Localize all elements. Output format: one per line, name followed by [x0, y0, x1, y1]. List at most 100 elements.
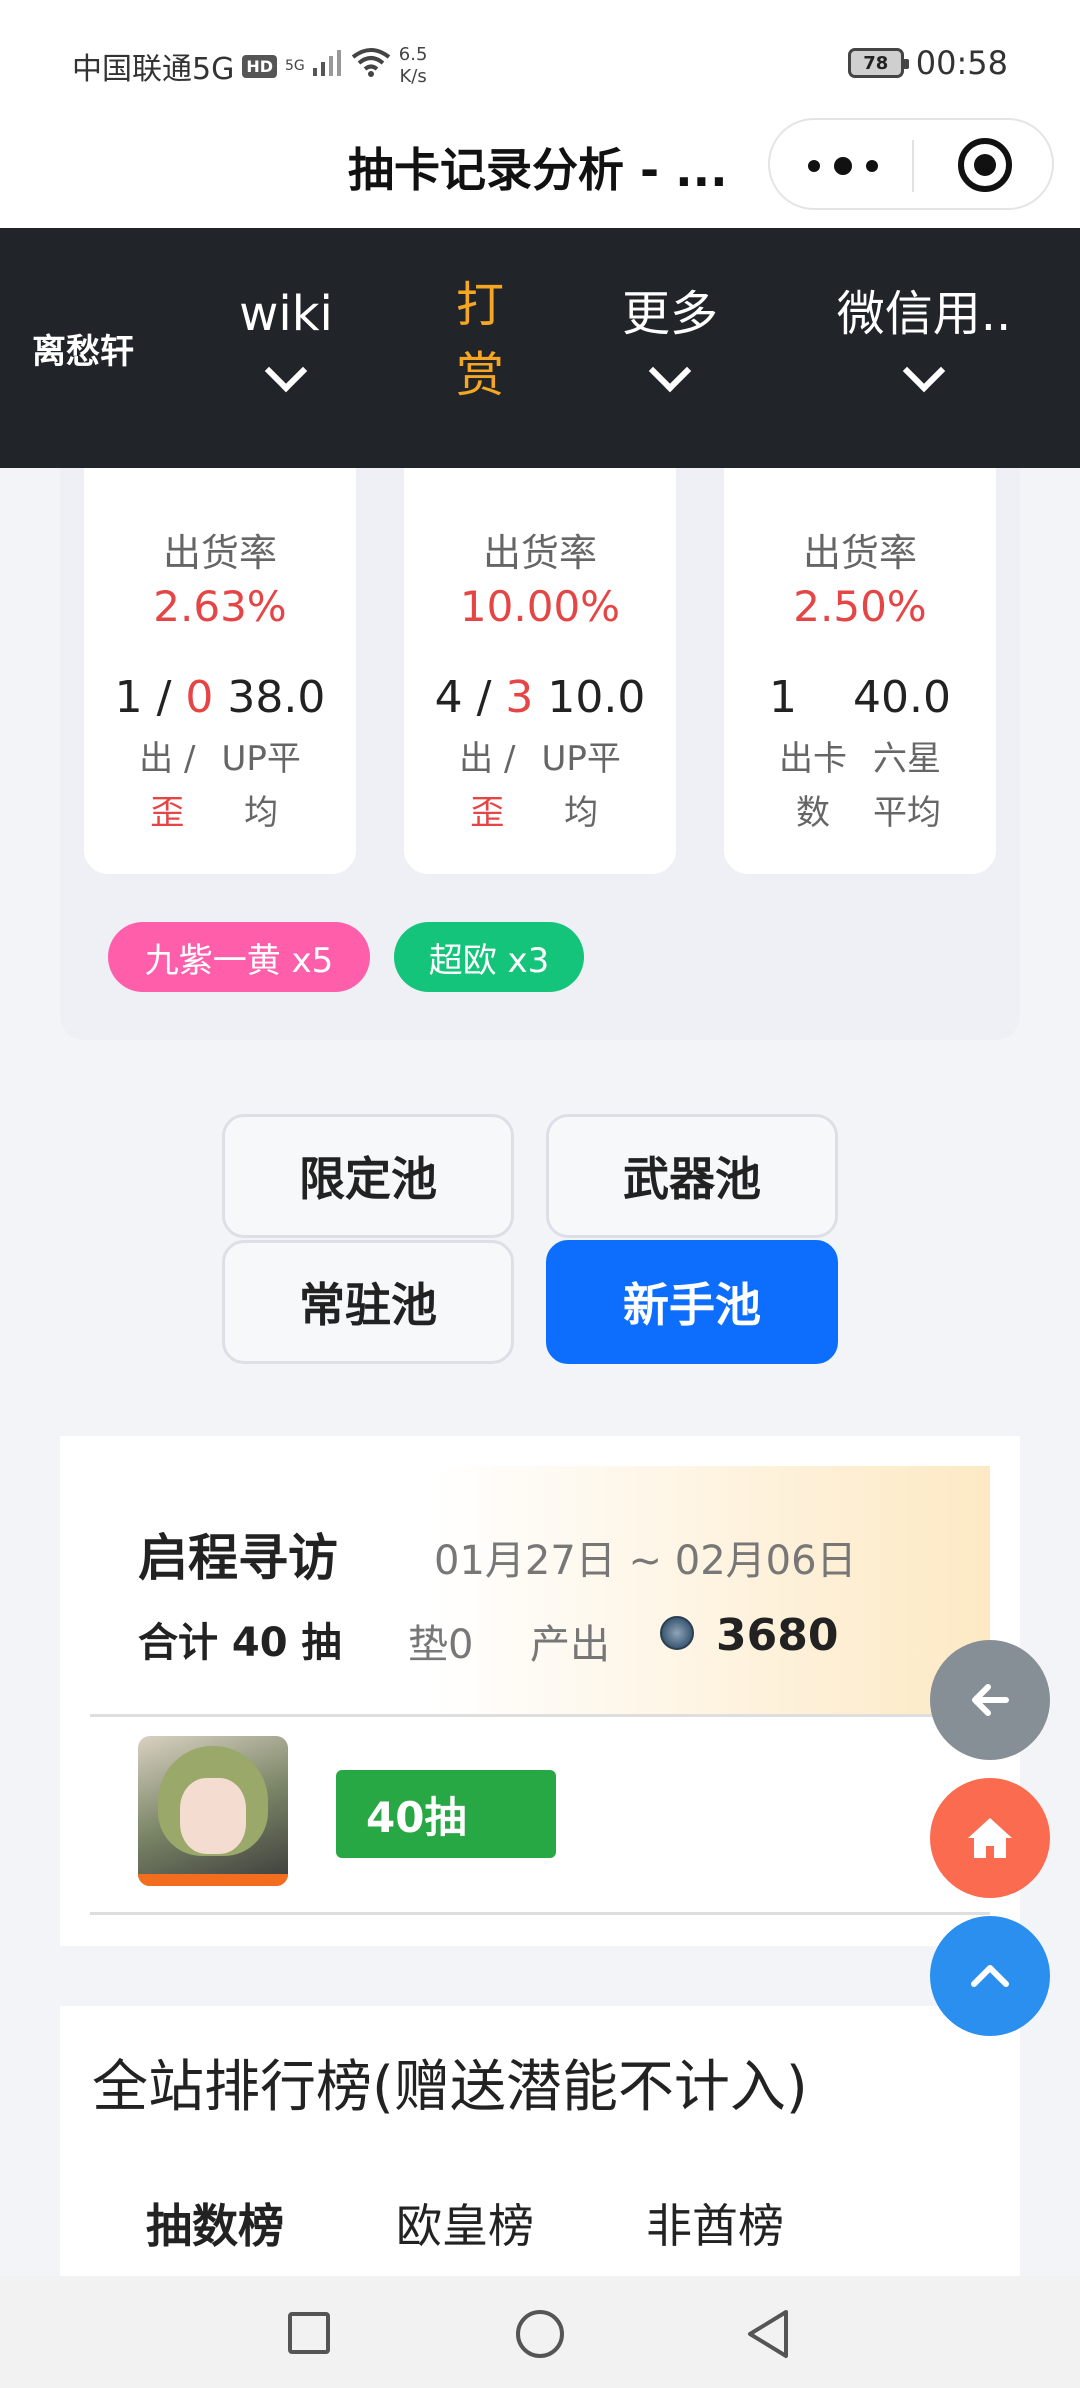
chevron-down-icon	[264, 349, 308, 393]
signal-icon	[312, 49, 343, 84]
nav-reward-label: 打赏	[455, 277, 504, 403]
num-cards: 1	[769, 672, 798, 723]
pool-button-beginner[interactable]: 新手池	[546, 1240, 838, 1364]
clock: 00:58	[915, 44, 1008, 82]
chevron-up-icon	[971, 1965, 1009, 1987]
banner-record-card: 启程寻访 01月27日 ~ 02月06日 合计 40 抽 垫0 产出 3680 …	[60, 1436, 1020, 1946]
signal-tag: 5G	[285, 58, 305, 74]
label-count: 数	[796, 793, 830, 833]
label-off: 歪	[150, 793, 185, 833]
currency-icon	[660, 1616, 694, 1650]
stat-labels: 出 / 歪 UP平均	[84, 732, 356, 840]
home-icon	[968, 1818, 1012, 1858]
leaderboard-title: 全站排行榜(赠送潜能不计入)	[92, 2055, 808, 2120]
system-nav-bar	[0, 2276, 1080, 2388]
label-avg: 平均	[873, 793, 941, 833]
label-avg: 均	[564, 793, 599, 833]
character-avatar[interactable]	[138, 1736, 288, 1886]
stat-numbers: 4 / 3 10.0	[404, 672, 676, 723]
nav-wechat-dropdown[interactable]: 微信用..	[834, 280, 1014, 393]
divider	[90, 1714, 990, 1717]
label-up: UP平	[221, 739, 301, 779]
nav-wechat-label: 微信用..	[836, 286, 1012, 342]
num-off: 0	[185, 672, 214, 723]
back-triangle-icon[interactable]	[744, 2308, 794, 2360]
carrier-label: 中国联通5G	[72, 52, 235, 87]
chevron-down-icon	[648, 349, 692, 393]
stat-card: 出货率 2.63% 1 / 0 38.0 出 / 歪 UP平均	[84, 400, 356, 874]
page-title: 抽卡记录分析 - ...	[348, 143, 728, 197]
label-avg: 均	[244, 793, 279, 833]
nav-wiki-dropdown[interactable]: wiki	[236, 280, 336, 393]
stat-card: 出货率 2.50% 1 40.0 出卡数 六星平均	[724, 400, 996, 874]
banner-title: 启程寻访	[138, 1529, 338, 1587]
rate-value: 10.00%	[459, 582, 621, 631]
badge-nine-purple: 九紫一黄 x5	[108, 922, 370, 992]
arrow-left-icon	[972, 1684, 1009, 1716]
nav-wiki-label: wiki	[239, 286, 333, 342]
recents-icon[interactable]	[288, 2312, 330, 2354]
rate-label: 出货率	[482, 531, 597, 575]
rate-label: 出货率	[162, 531, 277, 575]
rarity-bar	[138, 1874, 288, 1886]
nav-more-label: 更多	[621, 286, 718, 342]
tab-lucky[interactable]: 欧皇榜	[396, 2190, 534, 2256]
rate-value: 2.63%	[153, 582, 287, 631]
rate-value: 2.50%	[793, 582, 927, 631]
label-out: 出 /	[459, 739, 516, 779]
banner-date: 01月27日 ~ 02月06日	[434, 1538, 857, 1584]
stat-labels: 出卡数 六星平均	[724, 732, 996, 840]
battery-icon: 78	[847, 48, 909, 78]
stat-card: 出货率 10.00% 4 / 3 10.0 出 / 歪 UP平均	[404, 400, 676, 874]
back-button[interactable]	[930, 1640, 1050, 1760]
home-button[interactable]	[930, 1778, 1050, 1898]
mini-program-titlebar: 抽卡记录分析 - ...	[0, 118, 1080, 228]
stat-numbers: 1 / 0 38.0	[84, 672, 356, 723]
net-speed-unit: K/s	[399, 66, 427, 87]
num-slash: /	[142, 672, 186, 723]
close-program-icon[interactable]	[958, 138, 1012, 192]
label-out: 出 /	[139, 739, 196, 779]
banner-pity: 垫0	[408, 1622, 474, 1668]
nav-reward-link[interactable]: 打赏	[450, 270, 510, 410]
net-speed: 6.5 K/s	[399, 44, 428, 88]
stat-labels: 出 / 歪 UP平均	[404, 732, 676, 840]
banner-output-value: 3680	[716, 1610, 839, 1661]
label-cards: 出卡	[779, 739, 847, 779]
num-out: 4	[434, 672, 463, 723]
label-six-star: 六星	[873, 739, 941, 779]
avatar-face	[180, 1778, 246, 1854]
status-left: 中国联通5G HD 5G 6.5 K/s	[72, 44, 427, 88]
pool-button-limited[interactable]: 限定池	[222, 1114, 514, 1238]
home-circle-icon[interactable]	[516, 2310, 564, 2358]
banner-output-label: 产出	[530, 1622, 610, 1668]
num-out: 1	[114, 672, 143, 723]
status-right: 78 00:58	[847, 44, 1008, 82]
nav-more-dropdown[interactable]: 更多	[620, 280, 720, 393]
more-options-icon[interactable]	[808, 148, 878, 184]
status-bar: 中国联通5G HD 5G 6.5 K/s 78 00:58	[0, 0, 1080, 118]
num-avg: 10.0	[547, 672, 646, 723]
label-up: UP平	[541, 739, 621, 779]
num-avg: 40.0	[852, 672, 951, 723]
scroll-top-button[interactable]	[930, 1916, 1050, 2036]
top-navbar: 离愁轩 wiki 打赏 更多 微信用..	[0, 228, 1080, 468]
badge-super-lucky: 超欧 x3	[394, 922, 584, 992]
tab-unlucky[interactable]: 非酋榜	[646, 2190, 784, 2256]
capsule-divider	[912, 140, 914, 192]
num-slash: /	[462, 672, 506, 723]
label-off: 歪	[470, 793, 505, 833]
stat-numbers: 1 40.0	[724, 672, 996, 723]
brand-logo[interactable]: 离愁轩	[32, 324, 134, 373]
banner-total: 合计 40 抽	[138, 1620, 342, 1666]
hd-icon: HD	[242, 54, 278, 78]
rate-label: 出货率	[802, 531, 917, 575]
tab-pull-count[interactable]: 抽数榜	[146, 2190, 284, 2256]
net-speed-value: 6.5	[398, 44, 428, 65]
pull-count-bar: 40抽	[336, 1770, 556, 1858]
banner-header: 启程寻访 01月27日 ~ 02月06日 合计 40 抽 垫0 产出 3680	[90, 1466, 990, 1714]
num-off: 3	[505, 672, 534, 723]
pool-button-weapon[interactable]: 武器池	[546, 1114, 838, 1238]
pool-button-standard[interactable]: 常驻池	[222, 1240, 514, 1364]
divider	[90, 1912, 990, 1915]
